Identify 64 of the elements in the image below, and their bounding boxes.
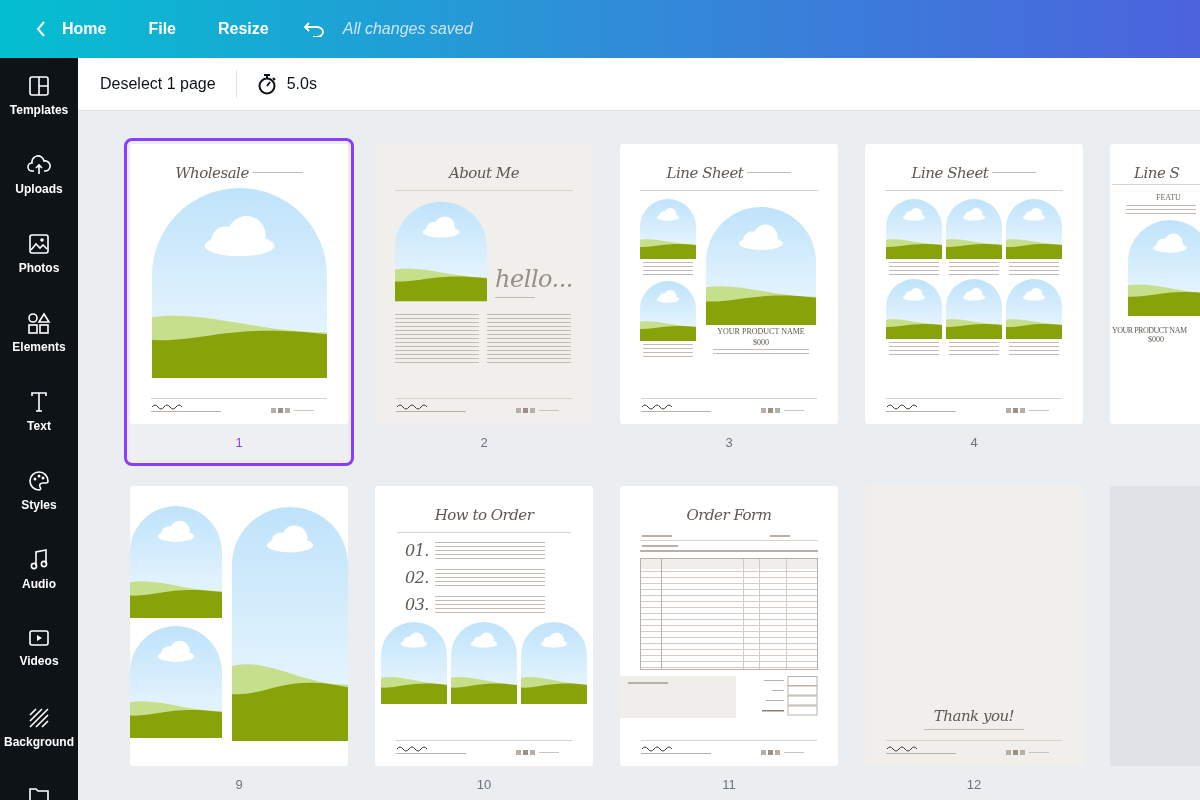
greeting-text: hello... bbox=[495, 265, 573, 293]
page-tile[interactable]: Line Sheet 4 bbox=[859, 138, 1089, 466]
sidebar-item[interactable]: Uploads bbox=[0, 137, 78, 216]
text-placeholder-drawing bbox=[252, 171, 303, 175]
video-icon bbox=[28, 628, 50, 648]
totals-drawing bbox=[762, 676, 818, 716]
product-price: $000 bbox=[1148, 335, 1164, 344]
sidebar-item[interactable]: Background bbox=[0, 690, 78, 769]
folder-icon bbox=[28, 786, 50, 800]
sidebar-item[interactable]: Text bbox=[0, 374, 78, 453]
page-tile[interactable]: Line S FEATU YOUR PRODUCT NAM $000 bbox=[1104, 138, 1200, 466]
cloud-upload-icon bbox=[27, 154, 51, 176]
page-title: Line Sheet bbox=[911, 164, 989, 182]
step-number: 02. bbox=[405, 568, 429, 587]
sidebar-item[interactable]: Elements bbox=[0, 295, 78, 374]
page-tile[interactable]: Wholesale 1 bbox=[124, 138, 354, 466]
page-title: Wholesale bbox=[175, 164, 249, 182]
hatch-pattern-icon bbox=[28, 707, 50, 729]
page-number: 11 bbox=[722, 776, 736, 792]
page-tile[interactable]: Thank you! 12 bbox=[859, 480, 1089, 800]
page-number: 1 bbox=[235, 434, 243, 450]
product-name: YOUR PRODUCT NAME bbox=[717, 327, 805, 336]
sidebar-item[interactable]: Videos bbox=[0, 611, 78, 690]
page-title: How to Order bbox=[434, 506, 534, 524]
text-placeholder-drawing bbox=[495, 297, 536, 300]
sidebar-item[interactable]: Styles bbox=[0, 453, 78, 532]
stopwatch-icon bbox=[256, 73, 277, 95]
sidebar-item[interactable]: Photos bbox=[0, 216, 78, 295]
shapes-icon bbox=[27, 312, 51, 334]
step-number: 03. bbox=[405, 595, 429, 614]
image-icon bbox=[28, 233, 50, 255]
page-tile[interactable]: Order Form 11 bbox=[614, 480, 844, 800]
page-number: 3 bbox=[725, 434, 733, 450]
text-placeholder-drawing bbox=[747, 171, 792, 175]
product-name: YOUR PRODUCT NAM bbox=[1112, 326, 1187, 335]
product-price: $000 bbox=[753, 338, 769, 347]
page-title: About Me bbox=[448, 164, 520, 182]
page-title: Line S bbox=[1134, 164, 1180, 182]
page-title: Order Form bbox=[686, 506, 772, 524]
music-note-icon bbox=[29, 549, 49, 571]
page-title: Thank you! bbox=[933, 707, 1015, 725]
page-number: 2 bbox=[480, 434, 488, 450]
duration-button[interactable]: 5.0s bbox=[244, 67, 329, 101]
step-number: 01. bbox=[405, 541, 429, 560]
undo-icon[interactable] bbox=[302, 21, 325, 37]
page-number: 12 bbox=[966, 776, 982, 792]
save-status: All changes saved bbox=[342, 20, 473, 38]
sidebar-item[interactable]: Templates bbox=[0, 58, 78, 137]
page-number: 9 bbox=[235, 776, 243, 792]
page-number: 10 bbox=[476, 776, 492, 792]
sidebar-item[interactable]: Audio bbox=[0, 532, 78, 611]
section-heading: FEATU bbox=[1156, 193, 1181, 202]
page-tile[interactable]: About Me hello... 2 bbox=[369, 138, 599, 466]
palette-icon bbox=[28, 470, 50, 492]
page-tile[interactable]: How to Order 01. 02. 03. 10 bbox=[369, 480, 599, 800]
deselect-button[interactable]: Deselect 1 page bbox=[88, 69, 228, 99]
page-number: 4 bbox=[970, 434, 978, 450]
page-tile[interactable]: Line Sheet YOUR PRODUCT NAME $000 3 bbox=[614, 138, 844, 466]
text-placeholder-drawing bbox=[992, 171, 1037, 175]
page-title: Line Sheet bbox=[666, 164, 744, 182]
back-chevron-icon bbox=[36, 21, 46, 37]
templates-icon bbox=[28, 75, 50, 97]
page-tile[interactable]: 9 bbox=[124, 480, 354, 800]
text-icon bbox=[29, 391, 49, 413]
